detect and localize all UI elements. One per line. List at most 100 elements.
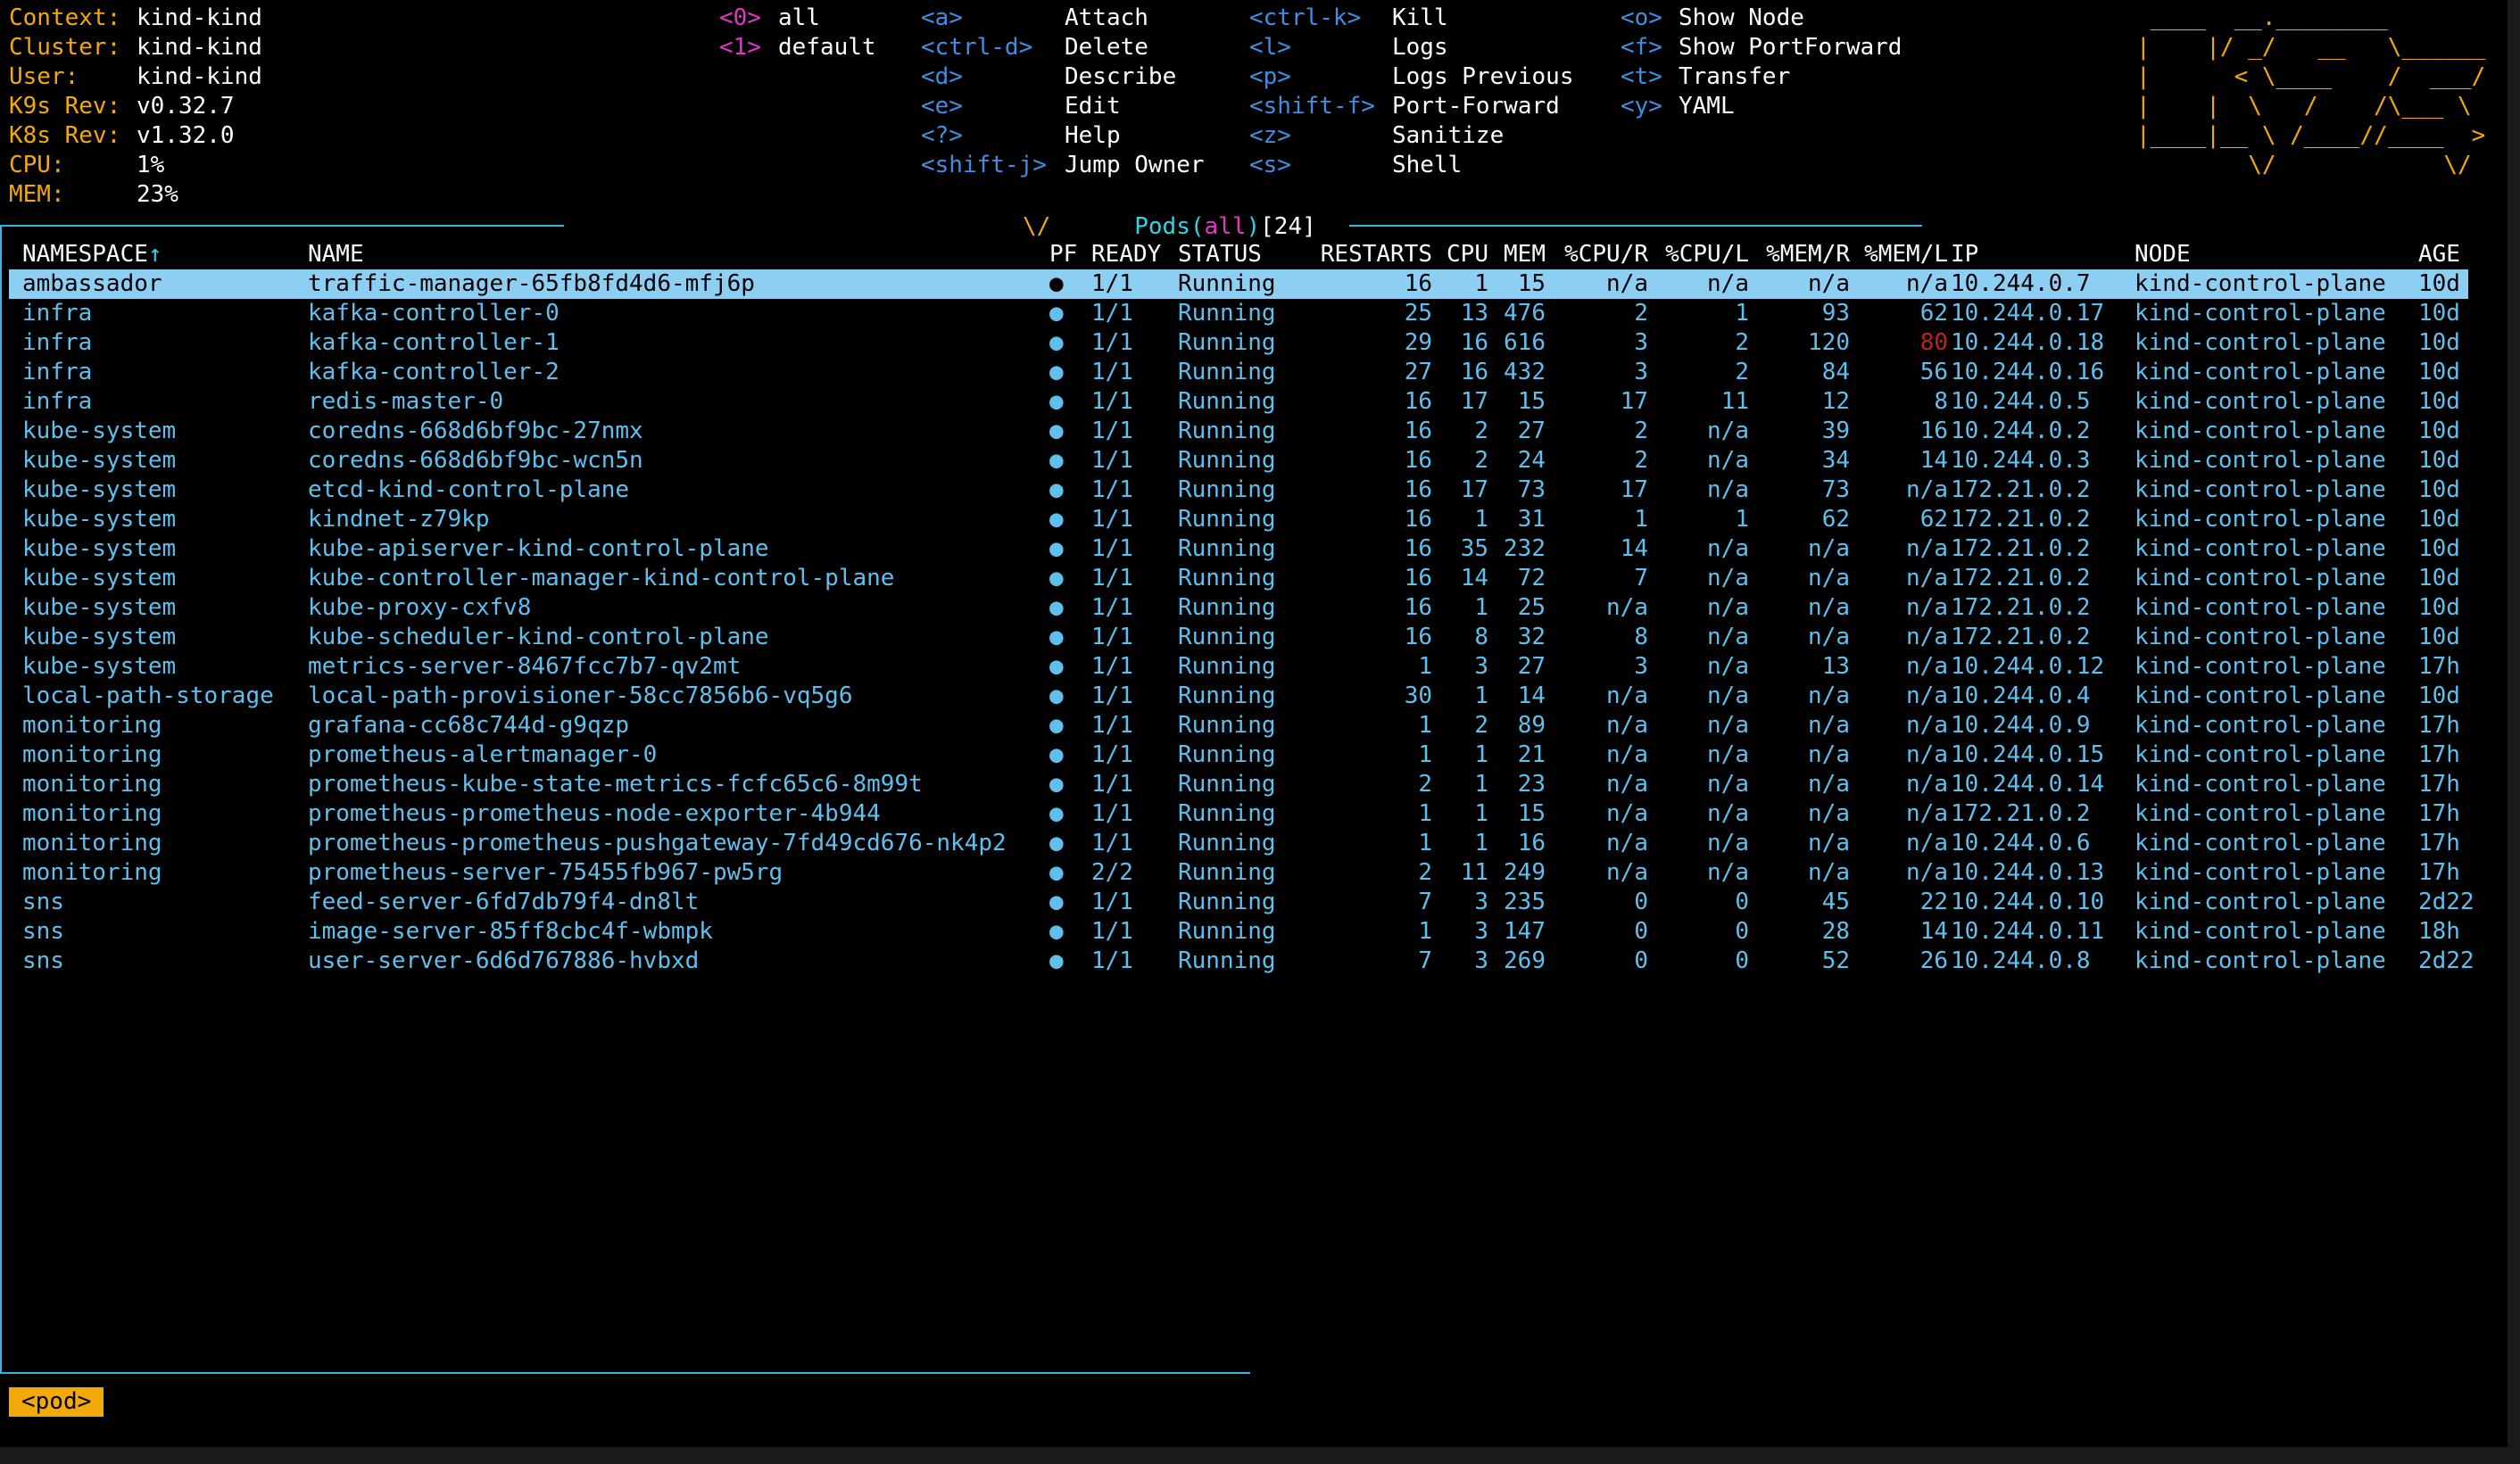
hotkey-desc[interactable]: Logs Previous: [1392, 62, 1574, 92]
hotkey-desc[interactable]: Port-Forward: [1392, 92, 1560, 121]
hotkey-key[interactable]: <t>: [1621, 62, 1662, 92]
hotkey-desc[interactable]: Show Node: [1679, 4, 1804, 33]
table-row[interactable]: monitoring grafana-cc68c744d-g9qzp ● 1/1 Run…: [9, 711, 2468, 740]
column-header-namespace[interactable]: NAMESPACE↑: [22, 240, 162, 269]
column-header-ready[interactable]: READY: [1091, 240, 1161, 269]
cell-cpu-r: n/a: [1606, 712, 1648, 739]
table-row[interactable]: kube-system metrics-server-8467fcc7b7-qv2…: [9, 652, 2468, 682]
hotkey-key[interactable]: <z>: [1249, 121, 1291, 151]
hotkey-desc[interactable]: Edit: [1065, 92, 1121, 121]
column-header-ip[interactable]: IP: [1951, 240, 1978, 269]
hotkey-desc[interactable]: Shell: [1392, 151, 1462, 180]
hotkey-key[interactable]: <y>: [1621, 92, 1662, 121]
hotkey-desc[interactable]: Jump Owner: [1065, 151, 1205, 180]
hotkey-desc[interactable]: Describe: [1065, 62, 1176, 92]
cell-status: Running: [1178, 447, 1276, 474]
namespace-name[interactable]: default: [778, 33, 876, 62]
table-row[interactable]: infra kafka-controller-1 ● 1/1 Running 29 16 61…: [9, 328, 2468, 358]
cell-mem-l: n/a: [1906, 800, 1948, 827]
namespace-key[interactable]: <1>: [719, 33, 761, 62]
table-row[interactable]: monitoring prometheus-prometheus-node-exp…: [9, 799, 2468, 829]
hotkey-desc[interactable]: Logs: [1392, 33, 1448, 62]
table-row[interactable]: infra redis-master-0 ● 1/1 Running 16 17 15 17 11…: [9, 387, 2468, 417]
cell-cpu: 1: [1474, 594, 1488, 621]
hotkey-key[interactable]: <?>: [921, 121, 963, 151]
column-header-node[interactable]: NODE: [2135, 240, 2191, 269]
column-header-cpu[interactable]: CPU: [1435, 240, 1488, 269]
cell-mem-r: 13: [1821, 653, 1850, 680]
hotkey-key[interactable]: <d>: [921, 62, 963, 92]
table-row[interactable]: infra kafka-controller-2 ● 1/1 Running 27 16 43…: [9, 358, 2468, 387]
table-row[interactable]: sns feed-server-6fd7db79f4-dn8lt ● 1/1 Runni…: [9, 888, 2474, 917]
table-row[interactable]: kube-system kube-scheduler-kind-control-p…: [9, 623, 2468, 652]
namespace-key[interactable]: <0>: [719, 4, 761, 33]
column-header-status[interactable]: STATUS: [1178, 240, 1262, 269]
hotkey-desc[interactable]: Kill: [1392, 4, 1448, 33]
table-row[interactable]: kube-system coredns-668d6bf9bc-27nmx ● 1/1 R…: [9, 417, 2468, 446]
table-row[interactable]: monitoring prometheus-prometheus-pushgate…: [9, 829, 2468, 858]
hotkey-key[interactable]: <p>: [1249, 62, 1291, 92]
cell-namespace: kube-system: [22, 565, 177, 591]
hotkey-desc[interactable]: Delete: [1065, 33, 1148, 62]
cell-age: 10d: [2418, 682, 2460, 709]
column-header-cpu-l[interactable]: %CPU/L: [1651, 240, 1749, 269]
table-row[interactable]: sns user-server-6d6d767886-hvbxd ● 1/1 Runni…: [9, 947, 2474, 976]
column-header-mem-l[interactable]: %MEM/L: [1853, 240, 1948, 269]
table-row[interactable]: kube-system etcd-kind-control-plane ● 1/1 Ru…: [9, 476, 2468, 505]
hotkey-key[interactable]: <o>: [1621, 4, 1662, 33]
table-row[interactable]: monitoring prometheus-kube-state-metrics-…: [9, 770, 2468, 799]
hotkey-key[interactable]: <ctrl-k>: [1249, 4, 1361, 33]
table-row[interactable]: ambassador traffic-manager-65fb8fd4d6-mfj…: [9, 269, 2468, 299]
hotkey-desc[interactable]: Attach: [1065, 4, 1148, 33]
table-row[interactable]: kube-system coredns-668d6bf9bc-wcn5n ● 1/1 R…: [9, 446, 2468, 476]
column-header-name[interactable]: NAME: [308, 240, 364, 269]
cell-ready: 1/1: [1091, 830, 1133, 856]
hotkey-key[interactable]: <f>: [1621, 33, 1662, 62]
hotkey-desc[interactable]: Show PortForward: [1679, 33, 1902, 62]
namespace-name[interactable]: all: [778, 4, 820, 33]
table-row[interactable]: kube-system kube-proxy-cxfv8 ● 1/1 Running 16…: [9, 593, 2468, 623]
hotkey-key[interactable]: <a>: [921, 4, 963, 33]
sort-arrow-up-icon: ↑: [147, 241, 162, 268]
column-header-restarts[interactable]: RESTARTS: [1307, 240, 1432, 269]
table-row[interactable]: local-path-storage local-path-provisioner…: [9, 682, 2468, 711]
table-row[interactable]: monitoring prometheus-alertmanager-0 ● 1/1 R…: [9, 740, 2468, 770]
cell-status: Running: [1178, 624, 1276, 650]
hotkey-key[interactable]: <s>: [1249, 151, 1291, 180]
cell-ready: 1/1: [1091, 771, 1133, 798]
table-row[interactable]: kube-system kindnet-z79kp ● 1/1 Running 16 1 31…: [9, 505, 2468, 534]
cell-mem-l: 22: [1919, 889, 1948, 915]
table-row[interactable]: sns image-server-85ff8cbc4f-wbmpk ● 1/1 Runn…: [9, 917, 2468, 947]
hotkey-desc[interactable]: Sanitize: [1392, 121, 1504, 151]
cell-ready: 1/1: [1091, 712, 1133, 739]
table-row[interactable]: infra kafka-controller-0 ● 1/1 Running 25 13 47…: [9, 299, 2468, 328]
column-header-cpu-r[interactable]: %CPU/R: [1548, 240, 1648, 269]
table-row[interactable]: kube-system kube-apiserver-kind-control-p…: [9, 534, 2468, 564]
column-header-age[interactable]: AGE: [2418, 240, 2460, 269]
cell-cpu-r: 0: [1634, 947, 1648, 974]
column-header-mem[interactable]: MEM: [1490, 240, 1546, 269]
hotkey-key[interactable]: <l>: [1249, 33, 1291, 62]
table-row[interactable]: kube-system kube-controller-manager-kind-…: [9, 564, 2468, 593]
cell-mem-l: 62: [1919, 506, 1948, 533]
column-header-pf[interactable]: PF: [1049, 240, 1077, 269]
port-forward-dot-icon: ●: [1049, 947, 1064, 974]
cell-age: 10d: [2418, 388, 2460, 415]
hotkey-desc[interactable]: Transfer: [1679, 62, 1790, 92]
cell-cpu-r: 17: [1620, 476, 1648, 503]
hotkey-desc[interactable]: YAML: [1679, 92, 1735, 121]
breadcrumb[interactable]: <pod>: [9, 1387, 104, 1417]
hotkey-key[interactable]: <shift-j>: [921, 151, 1047, 180]
hotkey-desc[interactable]: Help: [1065, 121, 1121, 151]
cell-restarts: 16: [1404, 565, 1432, 591]
table-row[interactable]: monitoring prometheus-server-75455fb967-p…: [9, 858, 2468, 888]
cell-status: Running: [1178, 388, 1276, 415]
cell-name: prometheus-server-75455fb967-pw5rg: [308, 859, 783, 886]
hotkey-key[interactable]: <e>: [921, 92, 963, 121]
cell-cpu-l: 1: [1735, 300, 1749, 327]
hotkey-key[interactable]: <ctrl-d>: [921, 33, 1032, 62]
column-header-mem-r[interactable]: %MEM/R: [1752, 240, 1850, 269]
cell-restarts: 1: [1418, 712, 1432, 739]
hotkey-key[interactable]: <shift-f>: [1249, 92, 1375, 121]
port-forward-dot-icon: ●: [1049, 594, 1064, 621]
